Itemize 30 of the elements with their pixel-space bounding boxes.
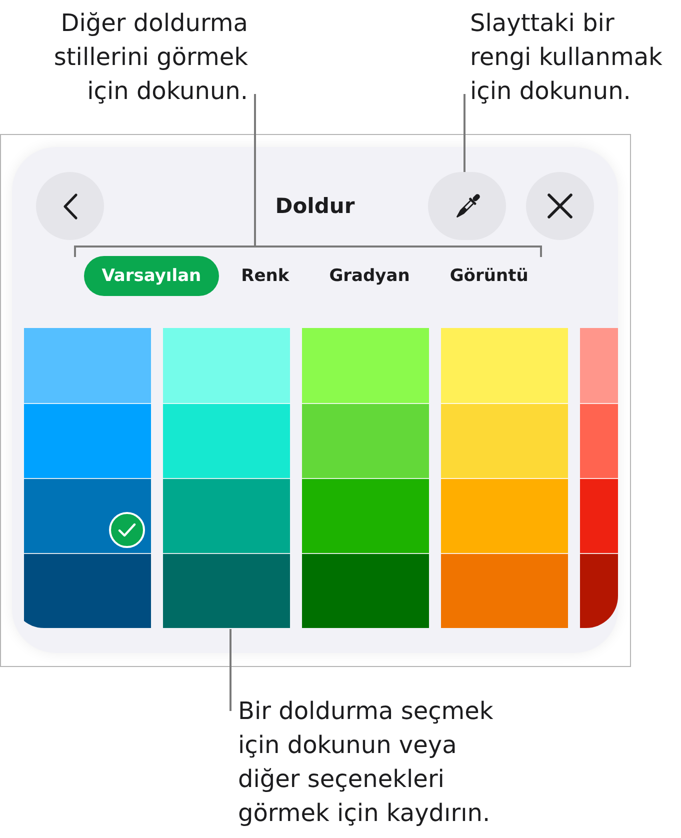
color-swatch[interactable] <box>302 328 429 403</box>
fill-tab[interactable]: Gradyan <box>311 256 428 296</box>
fill-tab[interactable]: Görüntü <box>432 256 546 296</box>
color-swatch[interactable] <box>24 328 151 403</box>
color-swatch[interactable] <box>24 403 151 478</box>
color-swatch[interactable] <box>302 553 429 628</box>
color-swatch[interactable] <box>441 403 568 478</box>
color-swatch[interactable] <box>163 403 290 478</box>
callout-text: Slayttaki bir rengi kullanmak için dokunun. <box>470 8 662 107</box>
color-swatch[interactable] <box>441 553 568 628</box>
close-icon <box>547 193 573 219</box>
color-swatch[interactable] <box>302 478 429 553</box>
color-swatch[interactable] <box>580 328 618 403</box>
color-swatch[interactable] <box>580 403 618 478</box>
callout-text: Diğer doldurma stillerini görmek için dokunun. <box>54 8 248 107</box>
color-swatch[interactable] <box>24 478 151 553</box>
color-swatch[interactable] <box>163 553 290 628</box>
color-swatch[interactable] <box>24 553 151 628</box>
fill-tab[interactable]: Renk <box>223 256 308 296</box>
color-swatch[interactable] <box>580 553 618 628</box>
chevron-left-icon <box>62 192 78 220</box>
color-swatch[interactable] <box>441 478 568 553</box>
color-swatch[interactable] <box>302 403 429 478</box>
panel-title: Doldur <box>275 194 355 218</box>
callout-text: Bir doldurma seçmek için dokunun veya diğer seçenekleri görmek için kaydırın. <box>238 696 494 829</box>
color-swatch[interactable] <box>441 328 568 403</box>
color-swatch[interactable] <box>163 328 290 403</box>
checkmark-icon <box>109 512 145 548</box>
color-swatch[interactable] <box>580 478 618 553</box>
color-swatch[interactable] <box>163 478 290 553</box>
